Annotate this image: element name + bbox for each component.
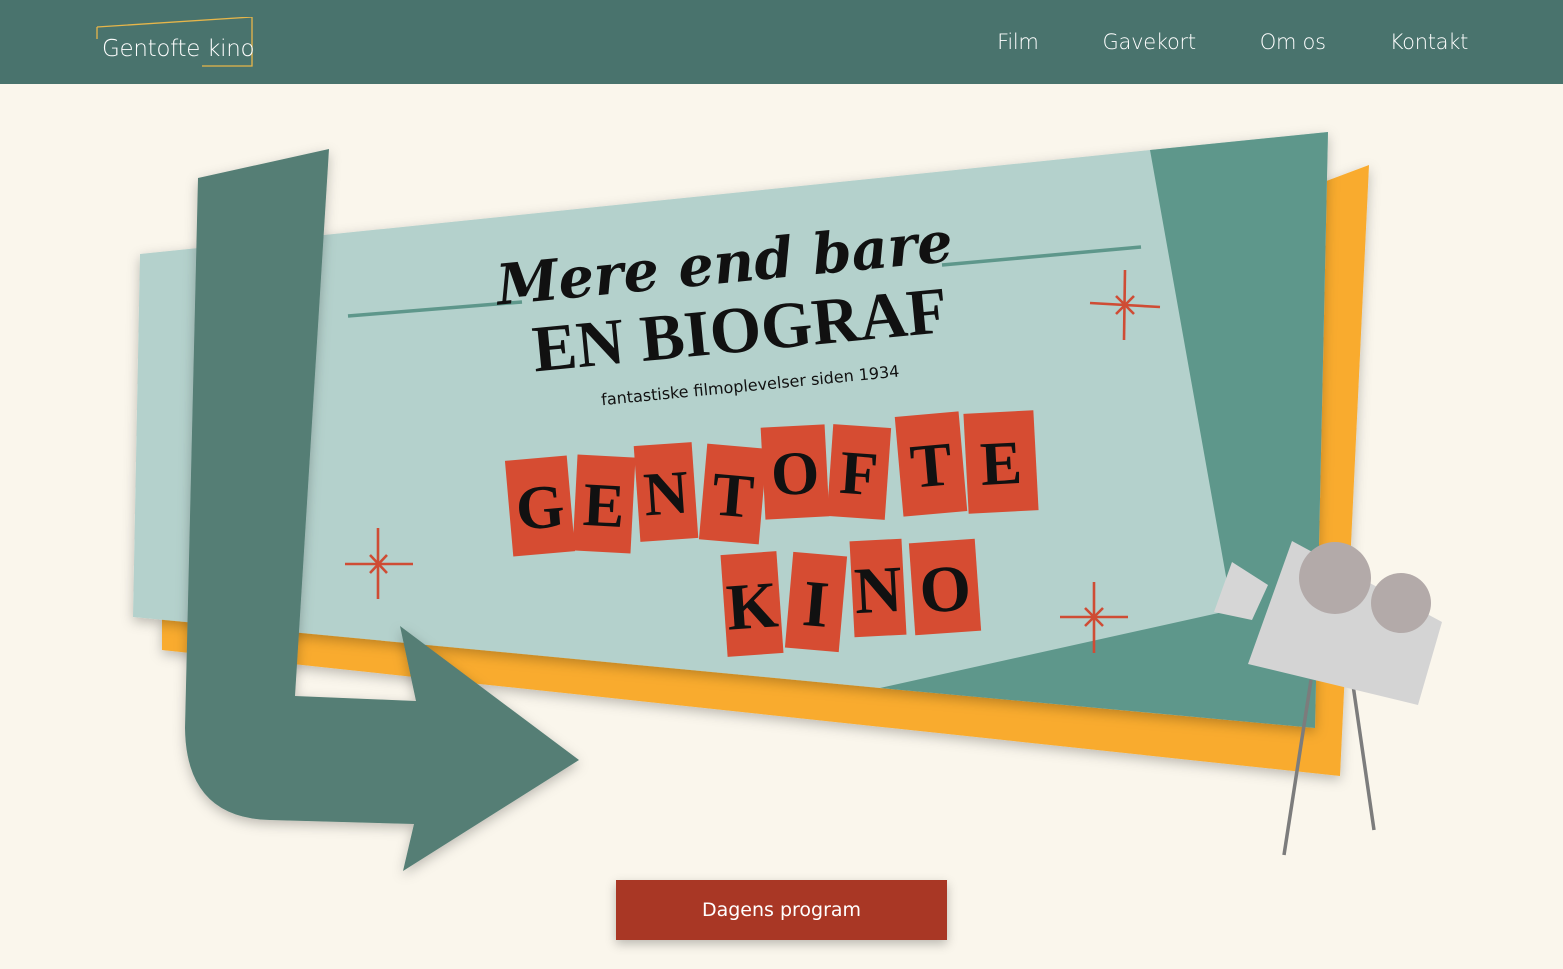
letter-tile: N <box>633 442 699 542</box>
letter-tile: G <box>504 455 576 557</box>
letter-tile: K <box>720 551 784 657</box>
svg-text:T: T <box>709 460 756 531</box>
main-nav: Film Gavekort Om os Kontakt <box>997 0 1468 84</box>
nav-link-gavekort[interactable]: Gavekort <box>1103 30 1197 54</box>
letter-tile: E <box>963 410 1039 514</box>
nav-link-kontakt[interactable]: Kontakt <box>1390 30 1469 54</box>
svg-text:F: F <box>838 439 881 509</box>
hero-illustration: Mere end bare EN BIOGRAF fantastiske fil… <box>133 132 1442 871</box>
letter-tile: O <box>908 538 982 636</box>
svg-text:O: O <box>917 551 973 627</box>
svg-text:G: G <box>513 472 567 544</box>
svg-text:T: T <box>908 430 955 501</box>
svg-text:K: K <box>724 568 780 644</box>
letter-tile: I <box>784 551 848 653</box>
letter-tile: N <box>849 538 907 638</box>
letter-tile: T <box>698 443 768 545</box>
svg-text:N: N <box>641 459 690 530</box>
todays-program-button[interactable]: Dagens program <box>616 880 947 940</box>
nav-link-om-os[interactable]: Om os <box>1260 30 1326 54</box>
letter-tile: T <box>894 411 968 517</box>
svg-text:O: O <box>769 439 821 509</box>
letter-tile: F <box>826 424 892 520</box>
letter-tile: E <box>572 454 636 554</box>
letter-tile: O <box>760 424 830 520</box>
site-logo[interactable]: Gentofte kino <box>96 17 255 67</box>
nav-link-film[interactable]: Film <box>997 30 1039 54</box>
svg-text:E: E <box>979 429 1024 499</box>
svg-text:N: N <box>852 553 903 628</box>
svg-text:E: E <box>581 471 626 541</box>
top-navbar: Gentofte kino Film Gavekort Om os Kontak… <box>0 0 1563 84</box>
logo-text: Gentofte kino <box>102 36 255 62</box>
